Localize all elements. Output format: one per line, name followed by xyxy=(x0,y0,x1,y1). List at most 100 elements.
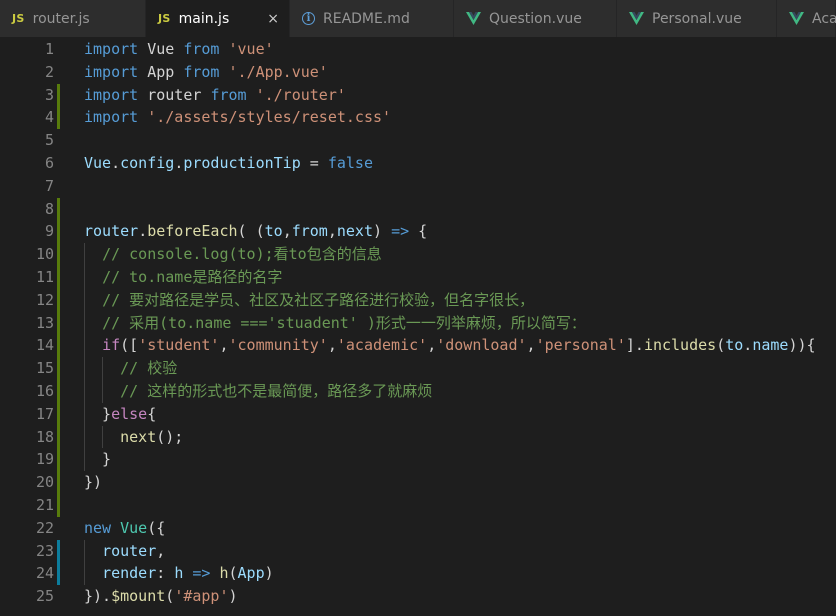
code-text: import './assets/styles/reset.css' xyxy=(84,106,391,129)
code-token: : xyxy=(156,564,175,583)
code-text: // 采用(to.name ==='stuadent' )形式一一列举麻烦，所以… xyxy=(84,312,586,335)
code-line[interactable]: 12 // 要对路径是学员、社区及社区子路径进行校验，但名字很长， xyxy=(0,288,836,312)
code-line[interactable]: 1 import Vue from 'vue' xyxy=(0,38,836,61)
code-token: ) xyxy=(373,222,392,241)
code-token: next xyxy=(336,222,373,241)
code-token: productionTip xyxy=(183,153,301,172)
line-number: 4 xyxy=(44,108,54,127)
code-token: './router' xyxy=(255,85,346,104)
code-line[interactable]: 18 next(); xyxy=(0,425,836,449)
git-added-marker[interactable] xyxy=(57,448,60,472)
code-token: render xyxy=(102,564,157,583)
code-token: . xyxy=(138,222,148,241)
code-line[interactable]: 17 }else{ xyxy=(0,402,836,426)
tab-personal-vue[interactable]: Personal.vue xyxy=(617,0,777,37)
code-token: './App.vue' xyxy=(228,62,328,81)
code-line[interactable]: 16 // 这样的形式也不是最简便，路径多了就麻烦 xyxy=(0,379,836,403)
git-added-marker[interactable] xyxy=(57,402,60,426)
tab-aca[interactable]: Aca xyxy=(777,0,836,37)
code-token: new xyxy=(84,518,112,537)
code-line[interactable]: 24 render: h => h(App) xyxy=(0,562,836,586)
js-icon: JS xyxy=(12,12,25,25)
code-token: to xyxy=(264,222,283,241)
code-token: App xyxy=(237,564,265,583)
code-token: name xyxy=(752,336,789,355)
code-line[interactable]: 15 // 校验 xyxy=(0,357,836,380)
code-token: ( ( xyxy=(237,222,265,241)
vue-icon xyxy=(466,12,481,25)
code-token: false xyxy=(327,153,373,172)
code-editor[interactable]: 1 import Vue from 'vue' 2 import App from '… xyxy=(0,37,836,616)
code-line[interactable]: 10 // console.log(to);看to包含的信息 xyxy=(0,243,836,266)
code-token: // console.log(to);看to包含的信息 xyxy=(102,245,382,264)
git-added-marker[interactable] xyxy=(57,197,60,221)
code-line[interactable]: 5 xyxy=(0,129,836,152)
git-added-marker[interactable] xyxy=(57,334,60,358)
git-added-marker[interactable] xyxy=(57,311,60,335)
code-line[interactable]: 22 new Vue({ xyxy=(0,517,836,540)
git-added-marker[interactable] xyxy=(57,425,60,449)
code-line[interactable]: 6 Vue.config.productionTip = false xyxy=(0,152,836,175)
code-line[interactable]: 4 import './assets/styles/reset.css' xyxy=(0,106,836,130)
git-added-marker[interactable] xyxy=(57,106,60,130)
tab-question-vue[interactable]: Question.vue xyxy=(454,0,617,37)
line-number: 18 xyxy=(35,427,54,446)
code-token: . xyxy=(174,153,184,172)
line-number: 1 xyxy=(44,40,54,58)
code-token: ]. xyxy=(625,336,644,355)
code-token: )){ xyxy=(788,336,816,355)
code-text: new Vue({ xyxy=(84,517,165,540)
code-token: => xyxy=(391,222,410,241)
git-added-marker[interactable] xyxy=(57,493,60,517)
git-added-marker[interactable] xyxy=(57,265,60,289)
code-line[interactable]: 11 // to.name是路径的名字 xyxy=(0,265,836,289)
vue-icon xyxy=(789,12,804,25)
code-line[interactable]: 9 router.beforeEach( (to,from,next) => { xyxy=(0,220,836,244)
tab-router-js[interactable]: JS router.js xyxy=(0,0,146,37)
line-number: 16 xyxy=(35,381,54,400)
code-token: { xyxy=(147,404,157,423)
code-token: next xyxy=(120,427,157,446)
code-token: } xyxy=(84,450,112,469)
git-modified-marker[interactable] xyxy=(57,539,60,563)
tab-label: Personal.vue xyxy=(652,10,742,27)
code-line[interactable]: 14 if(['student','community','academic',… xyxy=(0,334,836,358)
line-number: 10 xyxy=(35,245,54,264)
code-line[interactable]: 23 router, xyxy=(0,539,836,563)
code-token: config xyxy=(120,153,175,172)
info-icon: i xyxy=(302,12,315,25)
code-line[interactable]: 3 import router from './router' xyxy=(0,83,836,107)
code-token: ({ xyxy=(147,518,166,537)
code-line[interactable]: 13 // 采用(to.name ==='stuadent' )形式一一列举麻烦… xyxy=(0,311,836,335)
code-token: import xyxy=(84,62,139,81)
git-added-marker[interactable] xyxy=(57,243,60,266)
code-line[interactable]: 21 xyxy=(0,493,836,517)
git-added-marker[interactable] xyxy=(57,379,60,403)
code-token: 'community' xyxy=(228,336,328,355)
tab-label: main.js xyxy=(178,10,230,27)
code-text: next(); xyxy=(84,426,183,449)
code-line[interactable]: 25}).$mount('#app') xyxy=(0,585,836,608)
code-token: from xyxy=(210,85,247,104)
close-icon[interactable]: × xyxy=(267,11,279,27)
code-line[interactable]: 7 xyxy=(0,175,836,198)
code-line[interactable]: 20}) xyxy=(0,471,836,494)
code-line[interactable]: 8 xyxy=(0,197,836,221)
git-modified-marker[interactable] xyxy=(57,562,60,586)
git-added-marker[interactable] xyxy=(57,288,60,312)
git-added-marker[interactable] xyxy=(57,83,60,107)
git-added-marker[interactable] xyxy=(57,471,60,494)
code-line[interactable]: 19 } xyxy=(0,448,836,472)
tab-readme-md[interactable]: i README.md xyxy=(290,0,454,37)
tab-main-js[interactable]: JS main.js × xyxy=(146,0,290,37)
code-line[interactable]: 2 import App from './App.vue' xyxy=(0,61,836,84)
git-added-marker[interactable] xyxy=(57,357,60,380)
code-token: import xyxy=(84,85,139,104)
git-added-marker[interactable] xyxy=(57,220,60,244)
